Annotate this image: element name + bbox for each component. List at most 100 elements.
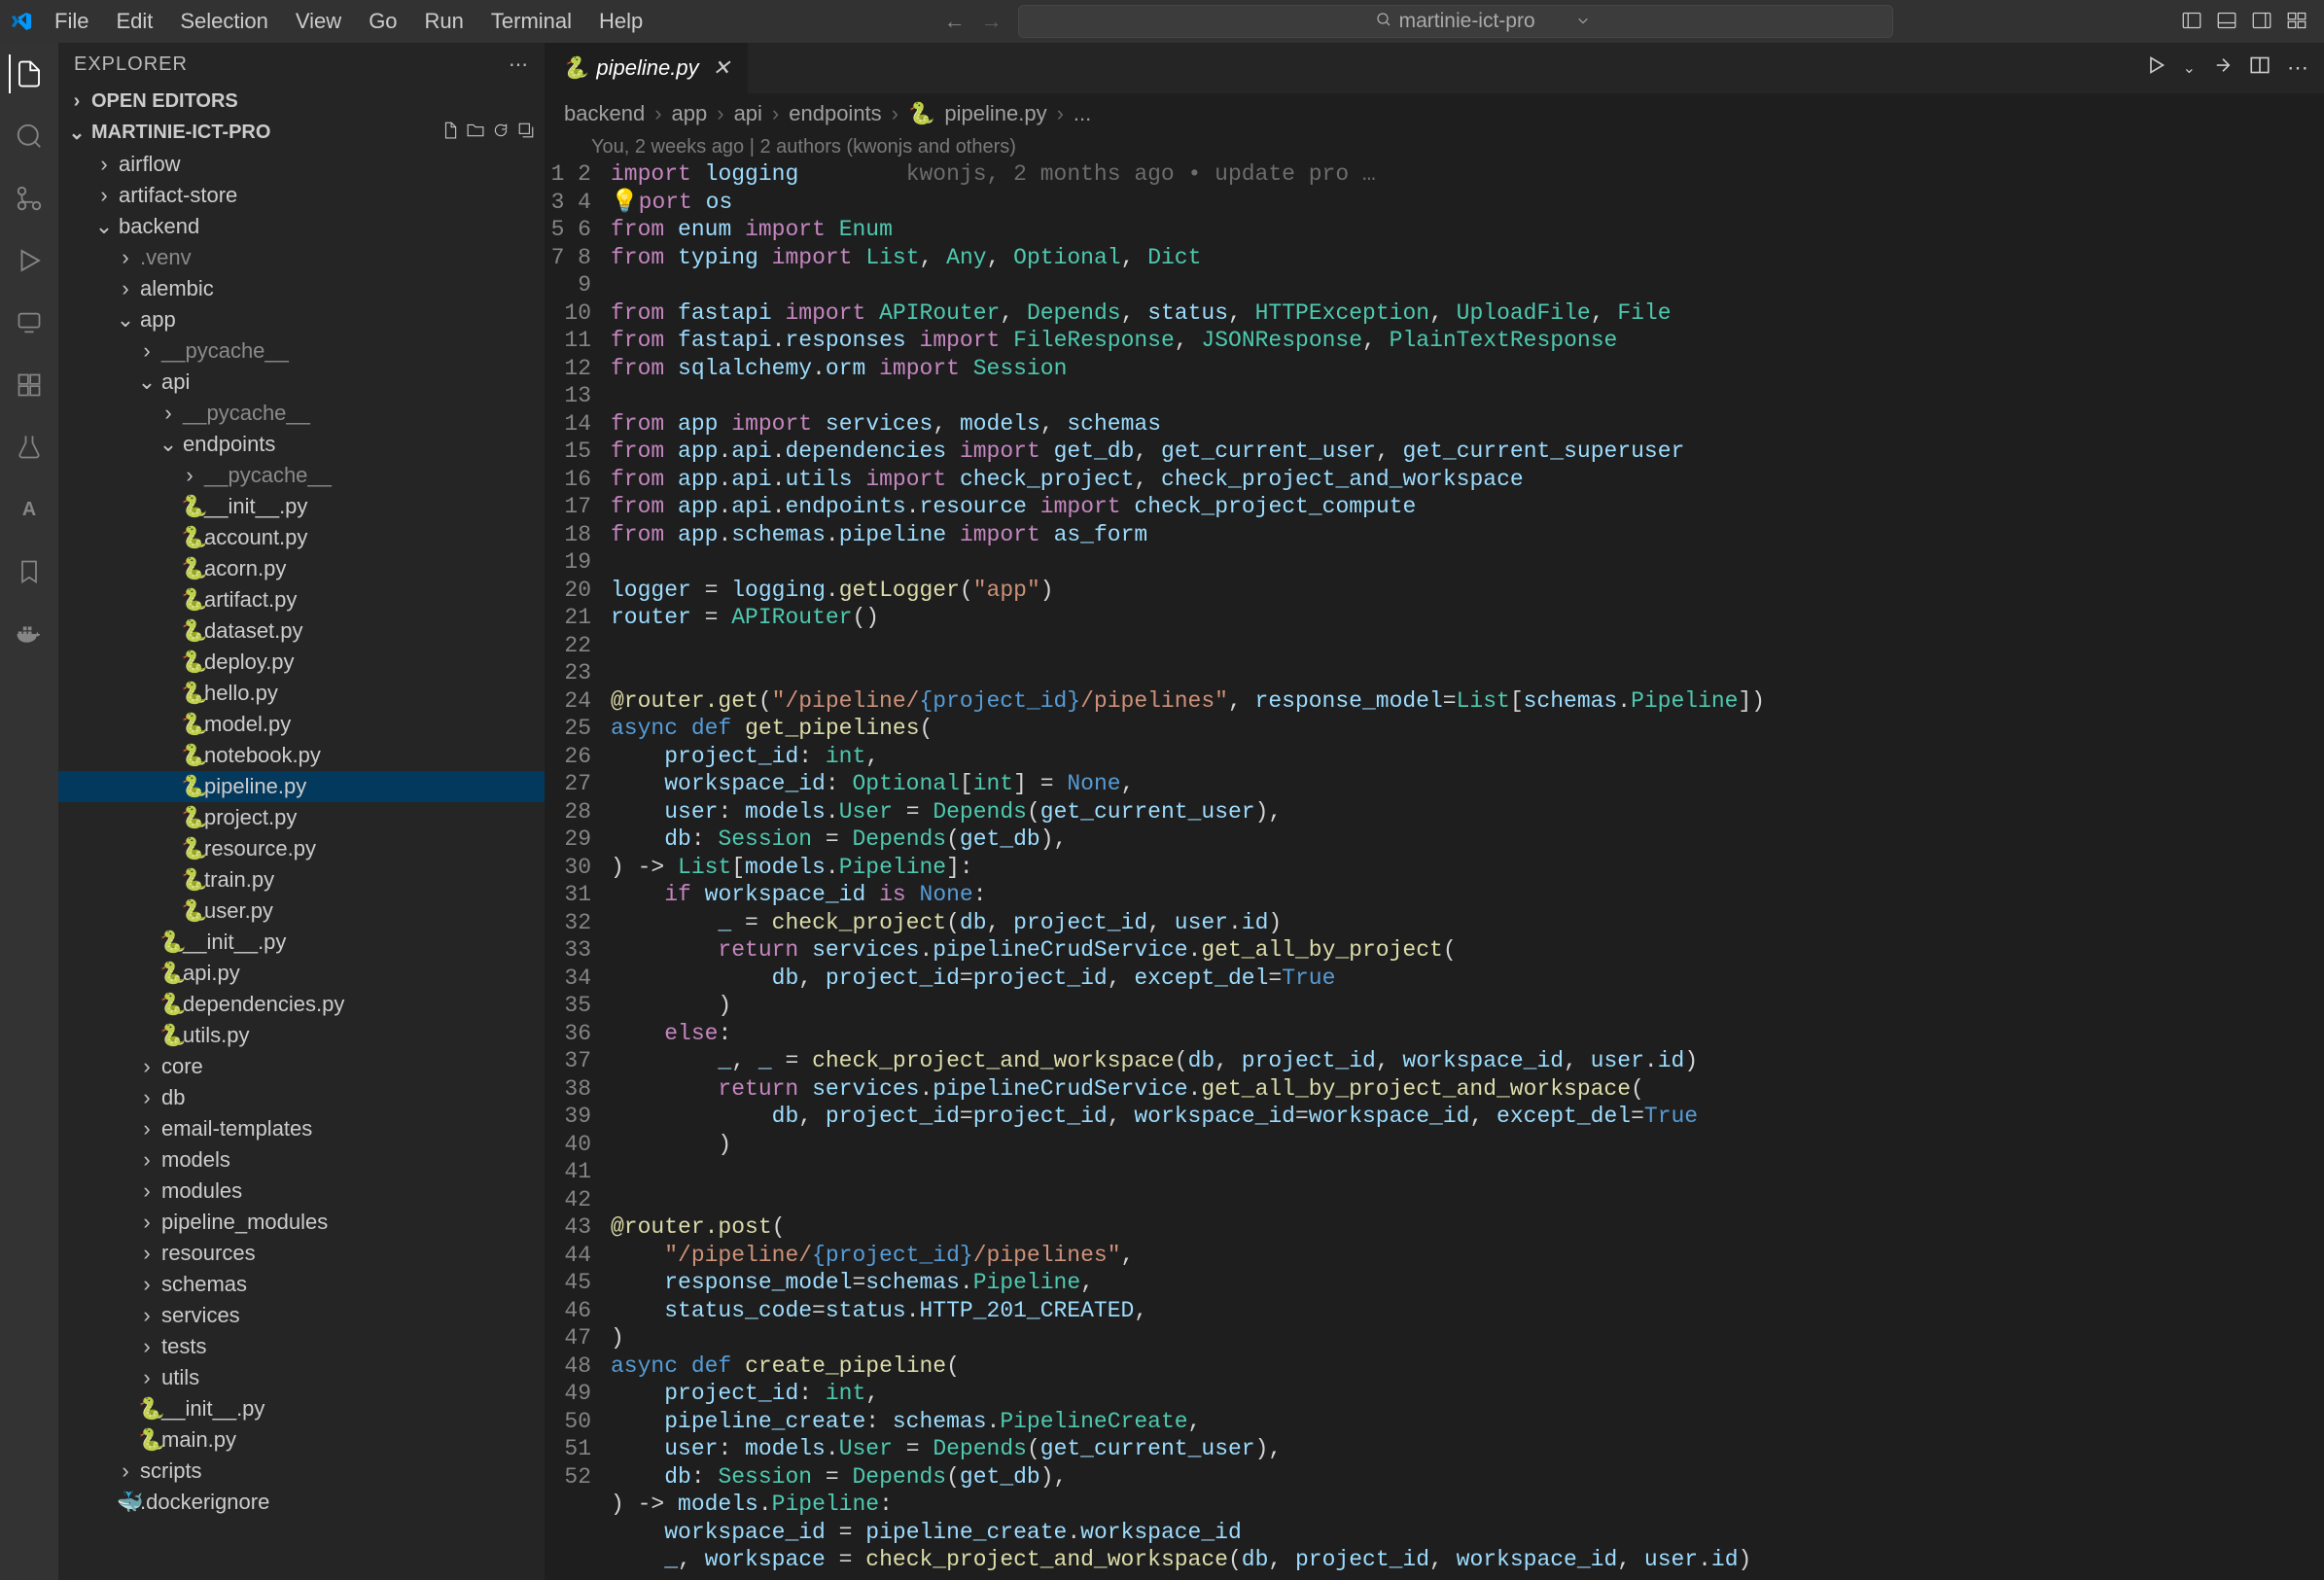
file-account[interactable]: 🐍account.py [58, 522, 545, 553]
folder-app[interactable]: ⌄app [58, 304, 545, 335]
customize-layout-icon[interactable] [2287, 11, 2308, 32]
crumb-more[interactable]: ... [1074, 101, 1091, 126]
docker-icon[interactable] [10, 614, 49, 653]
file-train[interactable]: 🐍train.py [58, 864, 545, 895]
file-hello[interactable]: 🐍hello.py [58, 678, 545, 709]
folder-pycache-2[interactable]: ›__pycache__ [58, 398, 545, 429]
file-dockerignore[interactable]: 🐳.dockerignore [58, 1487, 545, 1518]
new-file-icon[interactable] [441, 122, 459, 145]
breadcrumb[interactable]: backend› app› api› endpoints› 🐍 pipeline… [545, 93, 2324, 134]
folder-pycache-1[interactable]: ›__pycache__ [58, 335, 545, 367]
code-content[interactable]: import logging kwonjs, 2 months ago • up… [611, 160, 2198, 1580]
crumb-file[interactable]: pipeline.py [944, 101, 1046, 126]
chevron-right-icon: › [138, 1365, 156, 1390]
more-icon[interactable]: ⋯ [2287, 55, 2308, 81]
extensions-icon[interactable] [10, 366, 49, 404]
folder-artifact-store[interactable]: ›artifact-store [58, 180, 545, 211]
folder-alembic[interactable]: ›alembic [58, 273, 545, 304]
file-main[interactable]: 🐍main.py [58, 1424, 545, 1456]
testing-icon[interactable] [10, 428, 49, 467]
menu-terminal[interactable]: Terminal [479, 5, 583, 38]
folder-venv[interactable]: ›.venv [58, 242, 545, 273]
chevron-down-icon[interactable]: ⌄ [2183, 58, 2196, 78]
explorer-icon[interactable] [9, 54, 48, 93]
file-utils[interactable]: 🐍utils.py [58, 1020, 545, 1051]
chevron-down-icon: ⌄ [117, 307, 134, 333]
folder-db[interactable]: ›db [58, 1082, 545, 1113]
file-resource[interactable]: 🐍resource.py [58, 833, 545, 864]
chevron-right-icon: › [95, 183, 113, 208]
nav-back-icon[interactable]: ← [944, 9, 966, 34]
menu-go[interactable]: Go [357, 5, 408, 38]
diff-icon[interactable] [2213, 55, 2233, 81]
menu-view[interactable]: View [284, 5, 353, 38]
file-model[interactable]: 🐍model.py [58, 709, 545, 740]
file-dataset[interactable]: 🐍dataset.py [58, 615, 545, 647]
file-api-init[interactable]: 🐍__init__.py [58, 927, 545, 958]
folder-tests[interactable]: ›tests [58, 1331, 545, 1362]
crumb-api[interactable]: api [734, 101, 762, 126]
folder-modules[interactable]: ›modules [58, 1176, 545, 1207]
nav-forward-icon[interactable]: → [981, 9, 1003, 34]
run-icon[interactable] [2146, 55, 2166, 81]
command-center[interactable]: martinie-ict-pro [1018, 5, 1893, 38]
menu-file[interactable]: File [43, 5, 100, 38]
close-icon[interactable]: ✕ [713, 55, 730, 81]
folder-services[interactable]: ›services [58, 1300, 545, 1331]
new-folder-icon[interactable] [467, 122, 484, 145]
bookmarks-icon[interactable] [10, 552, 49, 591]
folder-models[interactable]: ›models [58, 1144, 545, 1176]
project-section[interactable]: ⌄ MARTINIE-ICT-PRO [58, 117, 545, 149]
crumb-app[interactable]: app [672, 101, 708, 126]
folder-pipeline-modules[interactable]: ›pipeline_modules [58, 1207, 545, 1238]
file-artifact[interactable]: 🐍artifact.py [58, 584, 545, 615]
source-control-icon[interactable] [10, 179, 49, 218]
crumb-endpoints[interactable]: endpoints [789, 101, 881, 126]
folder-core[interactable]: ›core [58, 1051, 545, 1082]
open-editors-section[interactable]: › OPEN EDITORS [58, 87, 545, 117]
split-editor-icon[interactable] [2250, 55, 2270, 81]
folder-schemas[interactable]: ›schemas [58, 1269, 545, 1300]
folder-api[interactable]: ⌄api [58, 367, 545, 398]
folder-backend[interactable]: ⌄backend [58, 211, 545, 242]
file-user[interactable]: 🐍user.py [58, 895, 545, 927]
file-init[interactable]: 🐍__init__.py [58, 491, 545, 522]
folder-resources[interactable]: ›resources [58, 1238, 545, 1269]
file-deploy[interactable]: 🐍deploy.py [58, 647, 545, 678]
menu-edit[interactable]: Edit [104, 5, 164, 38]
code-editor[interactable]: 1 2 3 4 5 6 7 8 9 10 11 12 13 14 15 16 1… [545, 160, 2324, 1580]
menu-selection[interactable]: Selection [168, 5, 280, 38]
file-api[interactable]: 🐍api.py [58, 958, 545, 989]
menu-run[interactable]: Run [413, 5, 475, 38]
file-acorn[interactable]: 🐍acorn.py [58, 553, 545, 584]
toggle-secondary-sidebar-icon[interactable] [2252, 11, 2273, 32]
folder-airflow[interactable]: ›airflow [58, 149, 545, 180]
file-dependencies[interactable]: 🐍dependencies.py [58, 989, 545, 1020]
remote-explorer-icon[interactable] [10, 303, 49, 342]
file-pipeline[interactable]: 🐍pipeline.py [58, 771, 545, 802]
git-authors[interactable]: You, 2 weeks ago | 2 authors (kwonjs and… [545, 134, 2324, 160]
file-app-init[interactable]: 🐍__init__.py [58, 1393, 545, 1424]
folder-scripts[interactable]: ›scripts [58, 1456, 545, 1487]
run-debug-icon[interactable] [10, 241, 49, 280]
crumb-backend[interactable]: backend [564, 101, 645, 126]
menu-help[interactable]: Help [587, 5, 654, 38]
python-icon: 🐍 [181, 556, 198, 581]
python-icon: 🐍 [562, 55, 588, 81]
folder-email-templates[interactable]: ›email-templates [58, 1113, 545, 1144]
folder-endpoints[interactable]: ⌄endpoints [58, 429, 545, 460]
file-project[interactable]: 🐍project.py [58, 802, 545, 833]
editor-area: 🐍 pipeline.py ✕ ⌄ ⋯ backend› app› api› e… [545, 43, 2324, 1580]
folder-pycache-3[interactable]: ›__pycache__ [58, 460, 545, 491]
folder-utils[interactable]: ›utils [58, 1362, 545, 1393]
search-activity-icon[interactable] [10, 117, 49, 156]
file-notebook[interactable]: 🐍notebook.py [58, 740, 545, 771]
toggle-panel-icon[interactable] [2217, 11, 2238, 32]
toggle-primary-sidebar-icon[interactable] [2182, 11, 2203, 32]
refresh-icon[interactable] [492, 122, 510, 145]
more-actions-icon[interactable]: ⋯ [509, 53, 529, 77]
tab-pipeline[interactable]: 🐍 pipeline.py ✕ [545, 43, 749, 93]
aws-icon[interactable]: A [10, 490, 49, 529]
collapse-icon[interactable] [517, 122, 535, 145]
minimap[interactable] [2198, 160, 2324, 1580]
